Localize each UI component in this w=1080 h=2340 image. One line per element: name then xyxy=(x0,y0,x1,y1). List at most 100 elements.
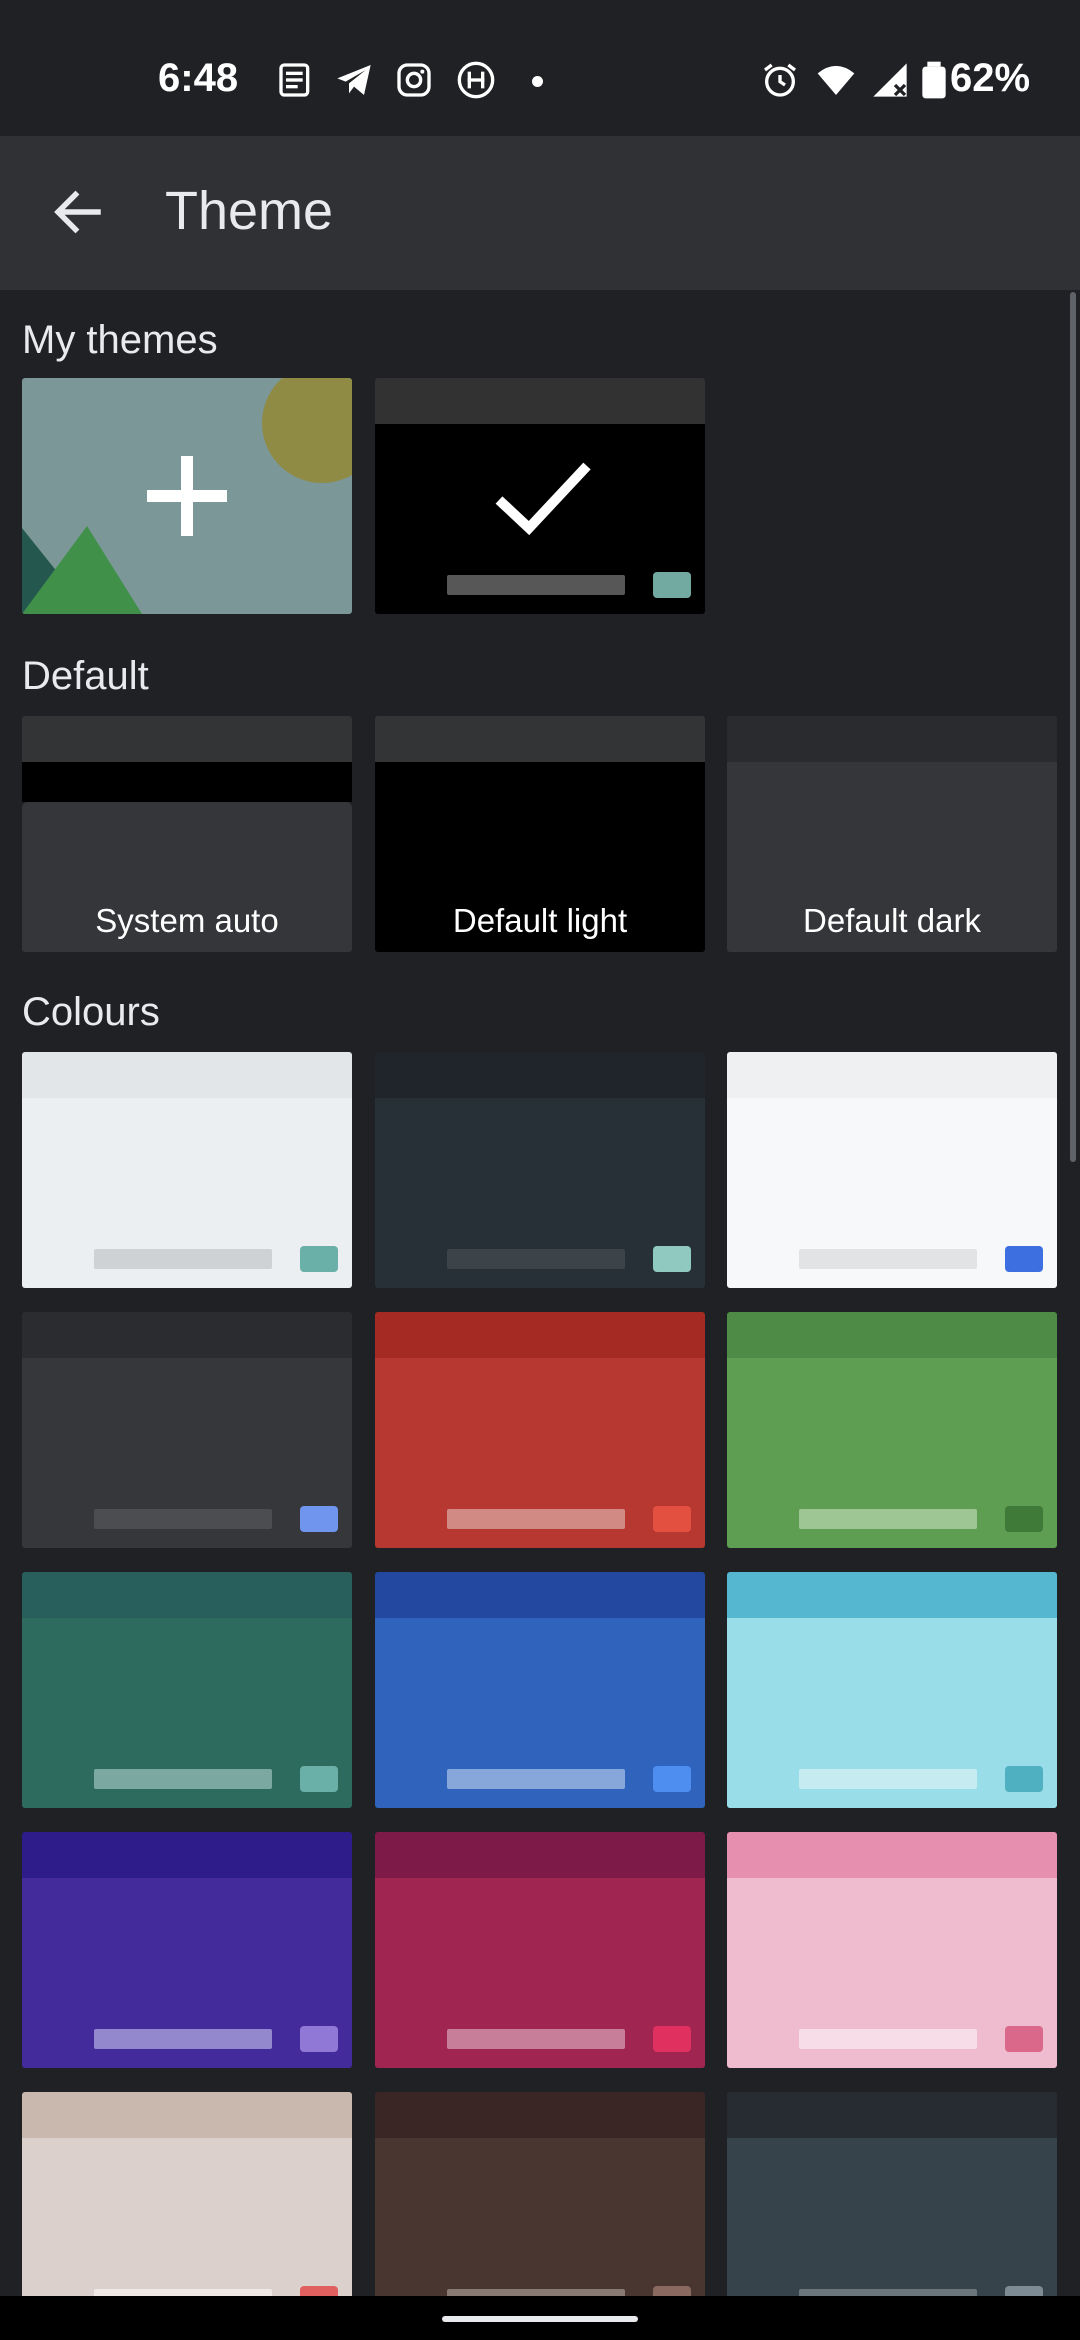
tile-accent-chip xyxy=(1005,1506,1043,1532)
tile-header xyxy=(22,1832,352,1878)
tile-bar xyxy=(799,2029,977,2049)
status-bar: 6:48 62% xyxy=(0,0,1080,136)
battery-icon xyxy=(922,61,946,99)
tile-header xyxy=(727,1312,1057,1358)
colour-theme-tile[interactable] xyxy=(22,1832,352,2068)
dot-icon xyxy=(532,76,543,87)
battery-percentage: 62% xyxy=(950,56,1031,100)
news-icon xyxy=(279,63,310,97)
tile-accent-chip xyxy=(653,1766,691,1792)
tile-label: System auto xyxy=(95,902,279,939)
tile-header xyxy=(22,1572,352,1618)
colour-theme-tile[interactable] xyxy=(22,2092,352,2296)
tile-bar xyxy=(447,1249,625,1269)
theme-list: My themes Default System auto Default li… xyxy=(0,290,1080,2296)
tile-accent-chip xyxy=(300,2026,338,2052)
tile-body xyxy=(22,2138,352,2296)
tile-bar xyxy=(447,1509,625,1529)
custom-theme-tile-selected[interactable] xyxy=(375,378,705,614)
tile-bar xyxy=(799,1249,977,1269)
tile-accent-chip xyxy=(1005,2286,1043,2296)
tile-header xyxy=(22,2092,352,2138)
tile-accent-chip xyxy=(300,1506,338,1532)
check-icon xyxy=(495,462,591,536)
home-indicator[interactable] xyxy=(442,2316,638,2322)
add-theme-tile[interactable] xyxy=(22,378,352,614)
tile-body xyxy=(375,2138,705,2296)
tile-bar xyxy=(447,2029,625,2049)
section-title-default: Default xyxy=(22,654,149,698)
colour-theme-tile[interactable] xyxy=(727,1312,1057,1548)
tile-accent-chip xyxy=(653,572,691,598)
tile-bar xyxy=(799,2289,977,2296)
page-title: Theme xyxy=(165,181,334,241)
tile-accent-chip xyxy=(653,2286,691,2296)
tile-accent-chip xyxy=(300,1246,338,1272)
tile-accent-chip xyxy=(300,2286,338,2296)
tile-header xyxy=(375,1832,705,1878)
tile-header xyxy=(22,716,352,762)
tile-bar xyxy=(799,1509,977,1529)
app-bar: Theme xyxy=(0,136,1080,290)
tile-bar xyxy=(447,2289,625,2296)
tile-header xyxy=(22,1052,352,1098)
telegram-icon xyxy=(337,65,371,95)
tile-header xyxy=(22,1312,352,1358)
navigation-bar xyxy=(0,2296,1080,2340)
tile-header xyxy=(375,2092,705,2138)
tile-bar xyxy=(94,1769,272,1789)
colour-theme-tile[interactable] xyxy=(727,1832,1057,2068)
tile-bar xyxy=(447,1769,625,1789)
tile-accent-chip xyxy=(300,1766,338,1792)
tile-accent-chip xyxy=(1005,1246,1043,1272)
default-theme-dark[interactable]: Default dark xyxy=(727,716,1057,952)
circle-app-icon xyxy=(457,61,495,99)
tile-header xyxy=(727,1052,1057,1098)
section-title-my-themes: My themes xyxy=(22,318,218,362)
tile-bar xyxy=(94,2029,272,2049)
tile-accent-chip xyxy=(1005,2026,1043,2052)
tile-header xyxy=(727,1832,1057,1878)
colour-theme-tile[interactable] xyxy=(375,1052,705,1288)
tile-bar xyxy=(799,1769,977,1789)
tile-body xyxy=(727,2138,1057,2296)
colour-theme-tile[interactable] xyxy=(375,1572,705,1808)
colour-theme-tile[interactable] xyxy=(727,2092,1057,2296)
colour-theme-tile[interactable] xyxy=(375,2092,705,2296)
tile-bar xyxy=(447,575,625,595)
tile-bar xyxy=(94,1249,272,1269)
tile-header xyxy=(727,1572,1057,1618)
plus-icon xyxy=(147,456,227,536)
tile-accent-chip xyxy=(653,1506,691,1532)
colour-theme-tile[interactable] xyxy=(22,1052,352,1288)
tile-header xyxy=(375,1052,705,1098)
tile-accent-chip xyxy=(1005,1766,1043,1792)
signal-icon xyxy=(873,63,907,97)
instagram-icon xyxy=(397,63,431,97)
colour-theme-tile[interactable] xyxy=(727,1052,1057,1288)
tile-accent-chip xyxy=(653,1246,691,1272)
tile-header xyxy=(375,378,705,424)
tile-bar xyxy=(94,1509,272,1529)
status-time: 6:48 xyxy=(158,56,239,100)
colour-theme-tile[interactable] xyxy=(375,1312,705,1548)
tile-label: Default light xyxy=(452,902,628,939)
alarm-icon xyxy=(764,63,796,97)
section-title-colours: Colours xyxy=(22,990,160,1034)
tile-header xyxy=(375,1312,705,1358)
wifi-icon xyxy=(817,65,855,95)
tile-header xyxy=(375,716,705,762)
tile-body-top xyxy=(22,762,352,802)
default-theme-light[interactable]: Default light xyxy=(375,716,705,952)
colour-theme-tile[interactable] xyxy=(22,1572,352,1808)
tile-header xyxy=(727,2092,1057,2138)
tile-accent-chip xyxy=(653,2026,691,2052)
tile-header xyxy=(375,1572,705,1618)
colour-theme-tile[interactable] xyxy=(375,1832,705,2068)
default-theme-system-auto[interactable]: System auto xyxy=(22,716,352,952)
tile-header xyxy=(727,716,1057,762)
colour-theme-tile[interactable] xyxy=(22,1312,352,1548)
tile-label: Default dark xyxy=(803,902,981,939)
arrow-back-icon[interactable] xyxy=(48,182,108,242)
colour-theme-tile[interactable] xyxy=(727,1572,1057,1808)
